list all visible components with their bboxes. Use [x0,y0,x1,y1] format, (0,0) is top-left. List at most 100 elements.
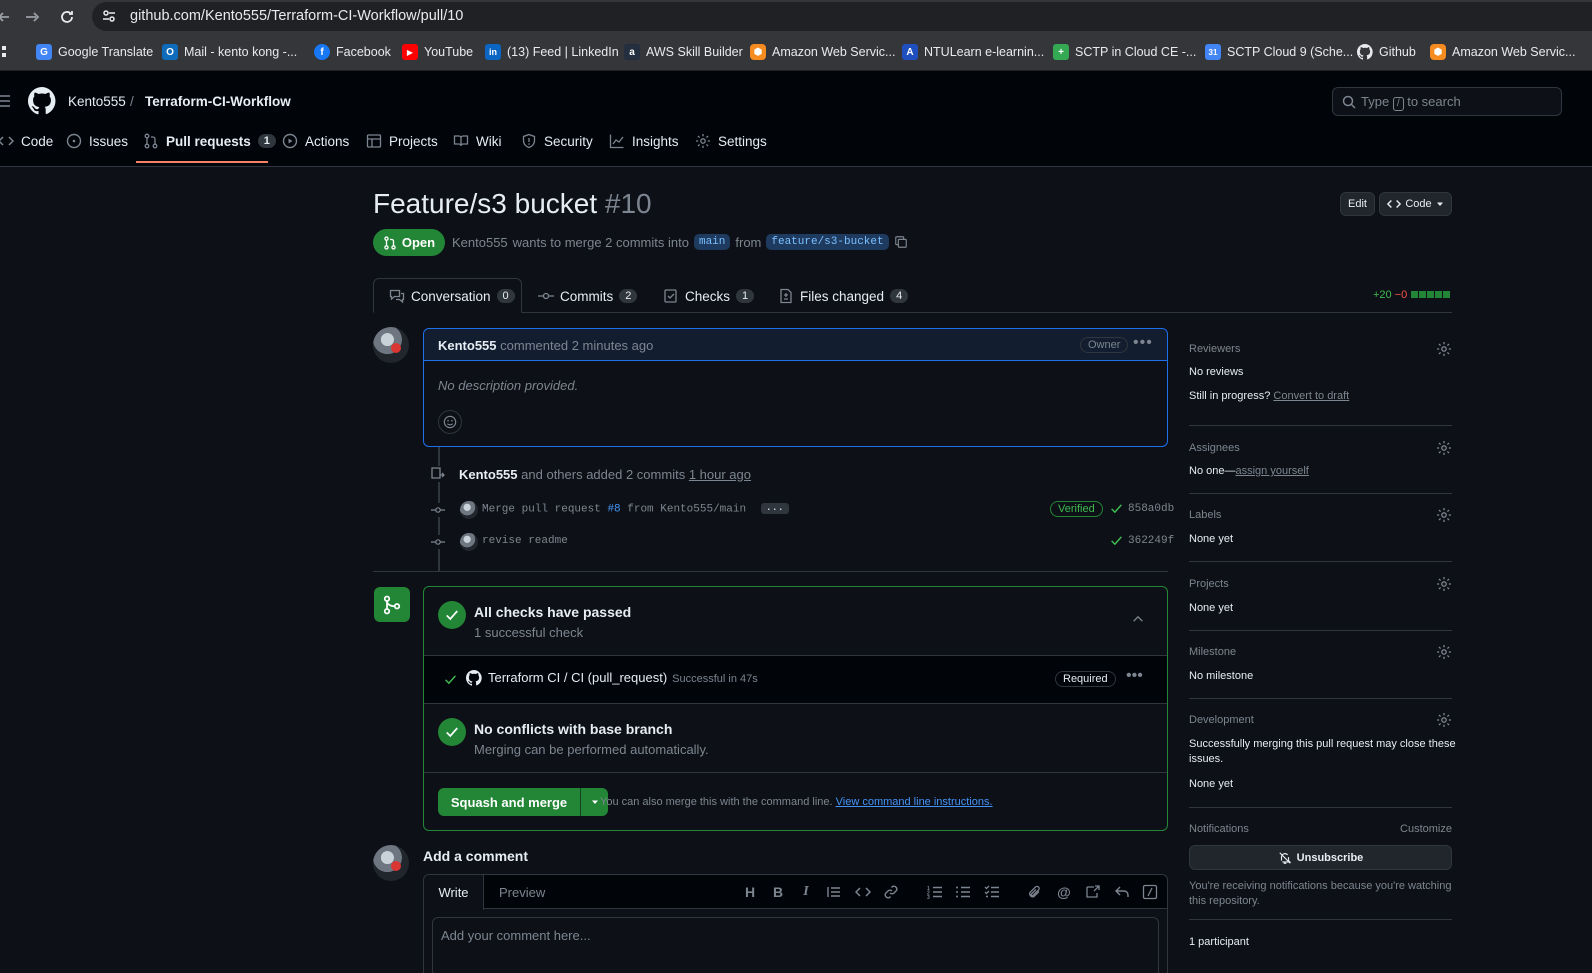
tab-write[interactable]: Write [424,875,484,910]
commit-sha[interactable]: 858a0db [1110,502,1174,515]
tab-actions[interactable]: Actions [282,133,349,149]
verified-badge[interactable]: Verified [1050,501,1103,517]
mention-icon[interactable]: @ [1056,884,1072,900]
kebab-menu-icon[interactable]: ••• [1133,334,1153,352]
bookmark-facebook[interactable]: f Facebook [314,44,391,60]
gear-icon[interactable] [1436,341,1452,357]
commits-time-link[interactable]: 1 hour ago [689,467,751,482]
bookmark-amazon-web-services[interactable]: ⬢ Amazon Web Servic... [750,44,895,60]
smiley-icon[interactable] [438,410,462,434]
tab-wiki[interactable]: Wiki [453,133,502,149]
tab-code[interactable]: Code [0,133,53,149]
checks-summary[interactable]: All checks have passed 1 successful chec… [424,587,1167,656]
heading-icon[interactable]: H [742,884,758,900]
commit-sha[interactable]: 362249f [1110,534,1174,547]
bookmark-ntulearn[interactable]: A NTULearn e-learnin... [902,44,1044,60]
kebab-menu-icon[interactable]: ••• [1126,667,1143,685]
italic-icon[interactable]: I [798,884,814,900]
tab-pull-requests[interactable]: Pull requests 1 [143,133,276,149]
github-logo-icon[interactable] [28,87,56,115]
comment-author-link[interactable]: Kento555 [438,338,497,353]
pull-requests-count: 1 [257,134,276,148]
comment-textarea[interactable] [432,917,1159,973]
customize-link[interactable]: Customize [1400,823,1452,835]
bold-icon[interactable]: B [770,884,786,900]
bookmark-github[interactable]: Github [1357,44,1416,60]
tab-issues[interactable]: Issues [66,133,128,149]
gear-icon[interactable] [1436,644,1452,660]
commit-message[interactable]: revise readme [482,535,568,547]
code-icon[interactable] [855,884,871,900]
bookmark-youtube[interactable]: ▶ YouTube [402,44,473,60]
gear-icon[interactable] [1436,507,1452,523]
copy-icon[interactable] [894,235,908,249]
avatar[interactable] [460,533,478,551]
unsubscribe-button[interactable]: Unsubscribe [1189,845,1452,870]
reload-icon[interactable] [56,6,78,28]
repo-name-link[interactable]: Terraform-CI-Workflow [145,94,291,109]
pr-reference-link[interactable]: #8 [607,503,620,515]
pr-author-link[interactable]: Kento555 [452,235,508,250]
unordered-list-icon[interactable] [955,884,971,900]
slash-commands-icon[interactable] [1142,884,1158,900]
quote-icon[interactable] [826,884,842,900]
chevron-up-icon[interactable] [1131,612,1145,626]
tab-insights[interactable]: Insights [609,133,679,149]
search-input[interactable]: Type / to search [1332,87,1562,116]
browser-toolbar: github.com/Kento555/Terraform-CI-Workflo… [0,0,1592,33]
avatar[interactable] [373,327,409,363]
forward-icon[interactable] [21,6,43,28]
link-icon[interactable] [883,884,899,900]
apps-icon[interactable] [0,44,8,60]
reply-icon[interactable] [1114,884,1130,900]
convert-to-draft-link[interactable]: Convert to draft [1273,390,1349,402]
editor-toolbar: Write Preview H B I 123 @ [424,875,1167,910]
code-button[interactable]: Code [1379,192,1452,216]
commits-author-link[interactable]: Kento555 [459,467,518,482]
repo-owner-link[interactable]: Kento555 [68,94,126,109]
bookmark-sctp-cloud-ce[interactable]: + SCTP in Cloud CE -... [1053,44,1196,60]
gear-icon[interactable] [1436,712,1452,728]
edit-button[interactable]: Edit [1340,192,1375,216]
cross-reference-icon[interactable] [1085,884,1101,900]
tab-preview[interactable]: Preview [499,885,545,900]
ordered-list-icon[interactable]: 123 [927,884,943,900]
tab-security[interactable]: Security [521,133,593,149]
code-icon [0,133,14,149]
tab-files-changed[interactable]: Files changed 4 [778,288,909,304]
tab-conversation[interactable]: Conversation 0 [389,288,515,304]
expand-commit-button[interactable]: ... [760,503,789,514]
gear-icon[interactable] [1436,576,1452,592]
paperclip-icon[interactable] [1027,884,1043,900]
gear-icon[interactable] [1436,440,1452,456]
task-list-icon[interactable] [984,884,1000,900]
bookmark-aws-skill-builder[interactable]: a AWS Skill Builder [624,44,743,60]
check-run-name[interactable]: Terraform CI / CI (pull_request) Successf… [488,670,758,685]
base-branch[interactable]: main [693,234,731,250]
diffstat-square [1443,291,1451,298]
tab-checks[interactable]: Checks 1 [663,288,755,304]
bookmark-amazon-web-services-2[interactable]: ⬢ Amazon Web Servic... [1430,44,1575,60]
bookmark-google-translate[interactable]: G Google Translate [36,44,153,60]
linkedin-icon: in [485,44,501,60]
aws-cube-icon: ⬢ [750,44,766,60]
command-line-instructions-link[interactable]: View command line instructions. [836,796,993,808]
tab-projects[interactable]: Projects [366,133,438,149]
assign-yourself-link[interactable]: assign yourself [1235,465,1308,477]
menu-icon[interactable] [0,92,14,110]
tab-commits[interactable]: Commits 2 [538,288,638,304]
bookmark-sctp-cloud-9[interactable]: 31 SCTP Cloud 9 (Sche... [1205,44,1353,60]
avatar[interactable] [373,845,409,881]
bookmark-linkedin[interactable]: in (13) Feed | LinkedIn [485,44,619,60]
squash-and-merge-button[interactable]: Squash and merge [438,788,608,816]
tab-settings[interactable]: Settings [695,133,767,149]
head-branch[interactable]: feature/s3-bucket [766,234,889,250]
site-info-icon[interactable] [101,8,117,24]
bookmark-mail[interactable]: O Mail - kento kong -... [162,44,297,60]
back-icon[interactable] [0,6,16,28]
svg-text:3: 3 [927,895,930,900]
url-text[interactable]: github.com/Kento555/Terraform-CI-Workflo… [130,8,463,24]
avatar[interactable] [460,501,478,519]
notifications-note-line-1: You're receiving notifications because y… [1189,880,1452,892]
commit-message[interactable]: Merge pull request #8 from Kento555/main… [482,503,789,515]
